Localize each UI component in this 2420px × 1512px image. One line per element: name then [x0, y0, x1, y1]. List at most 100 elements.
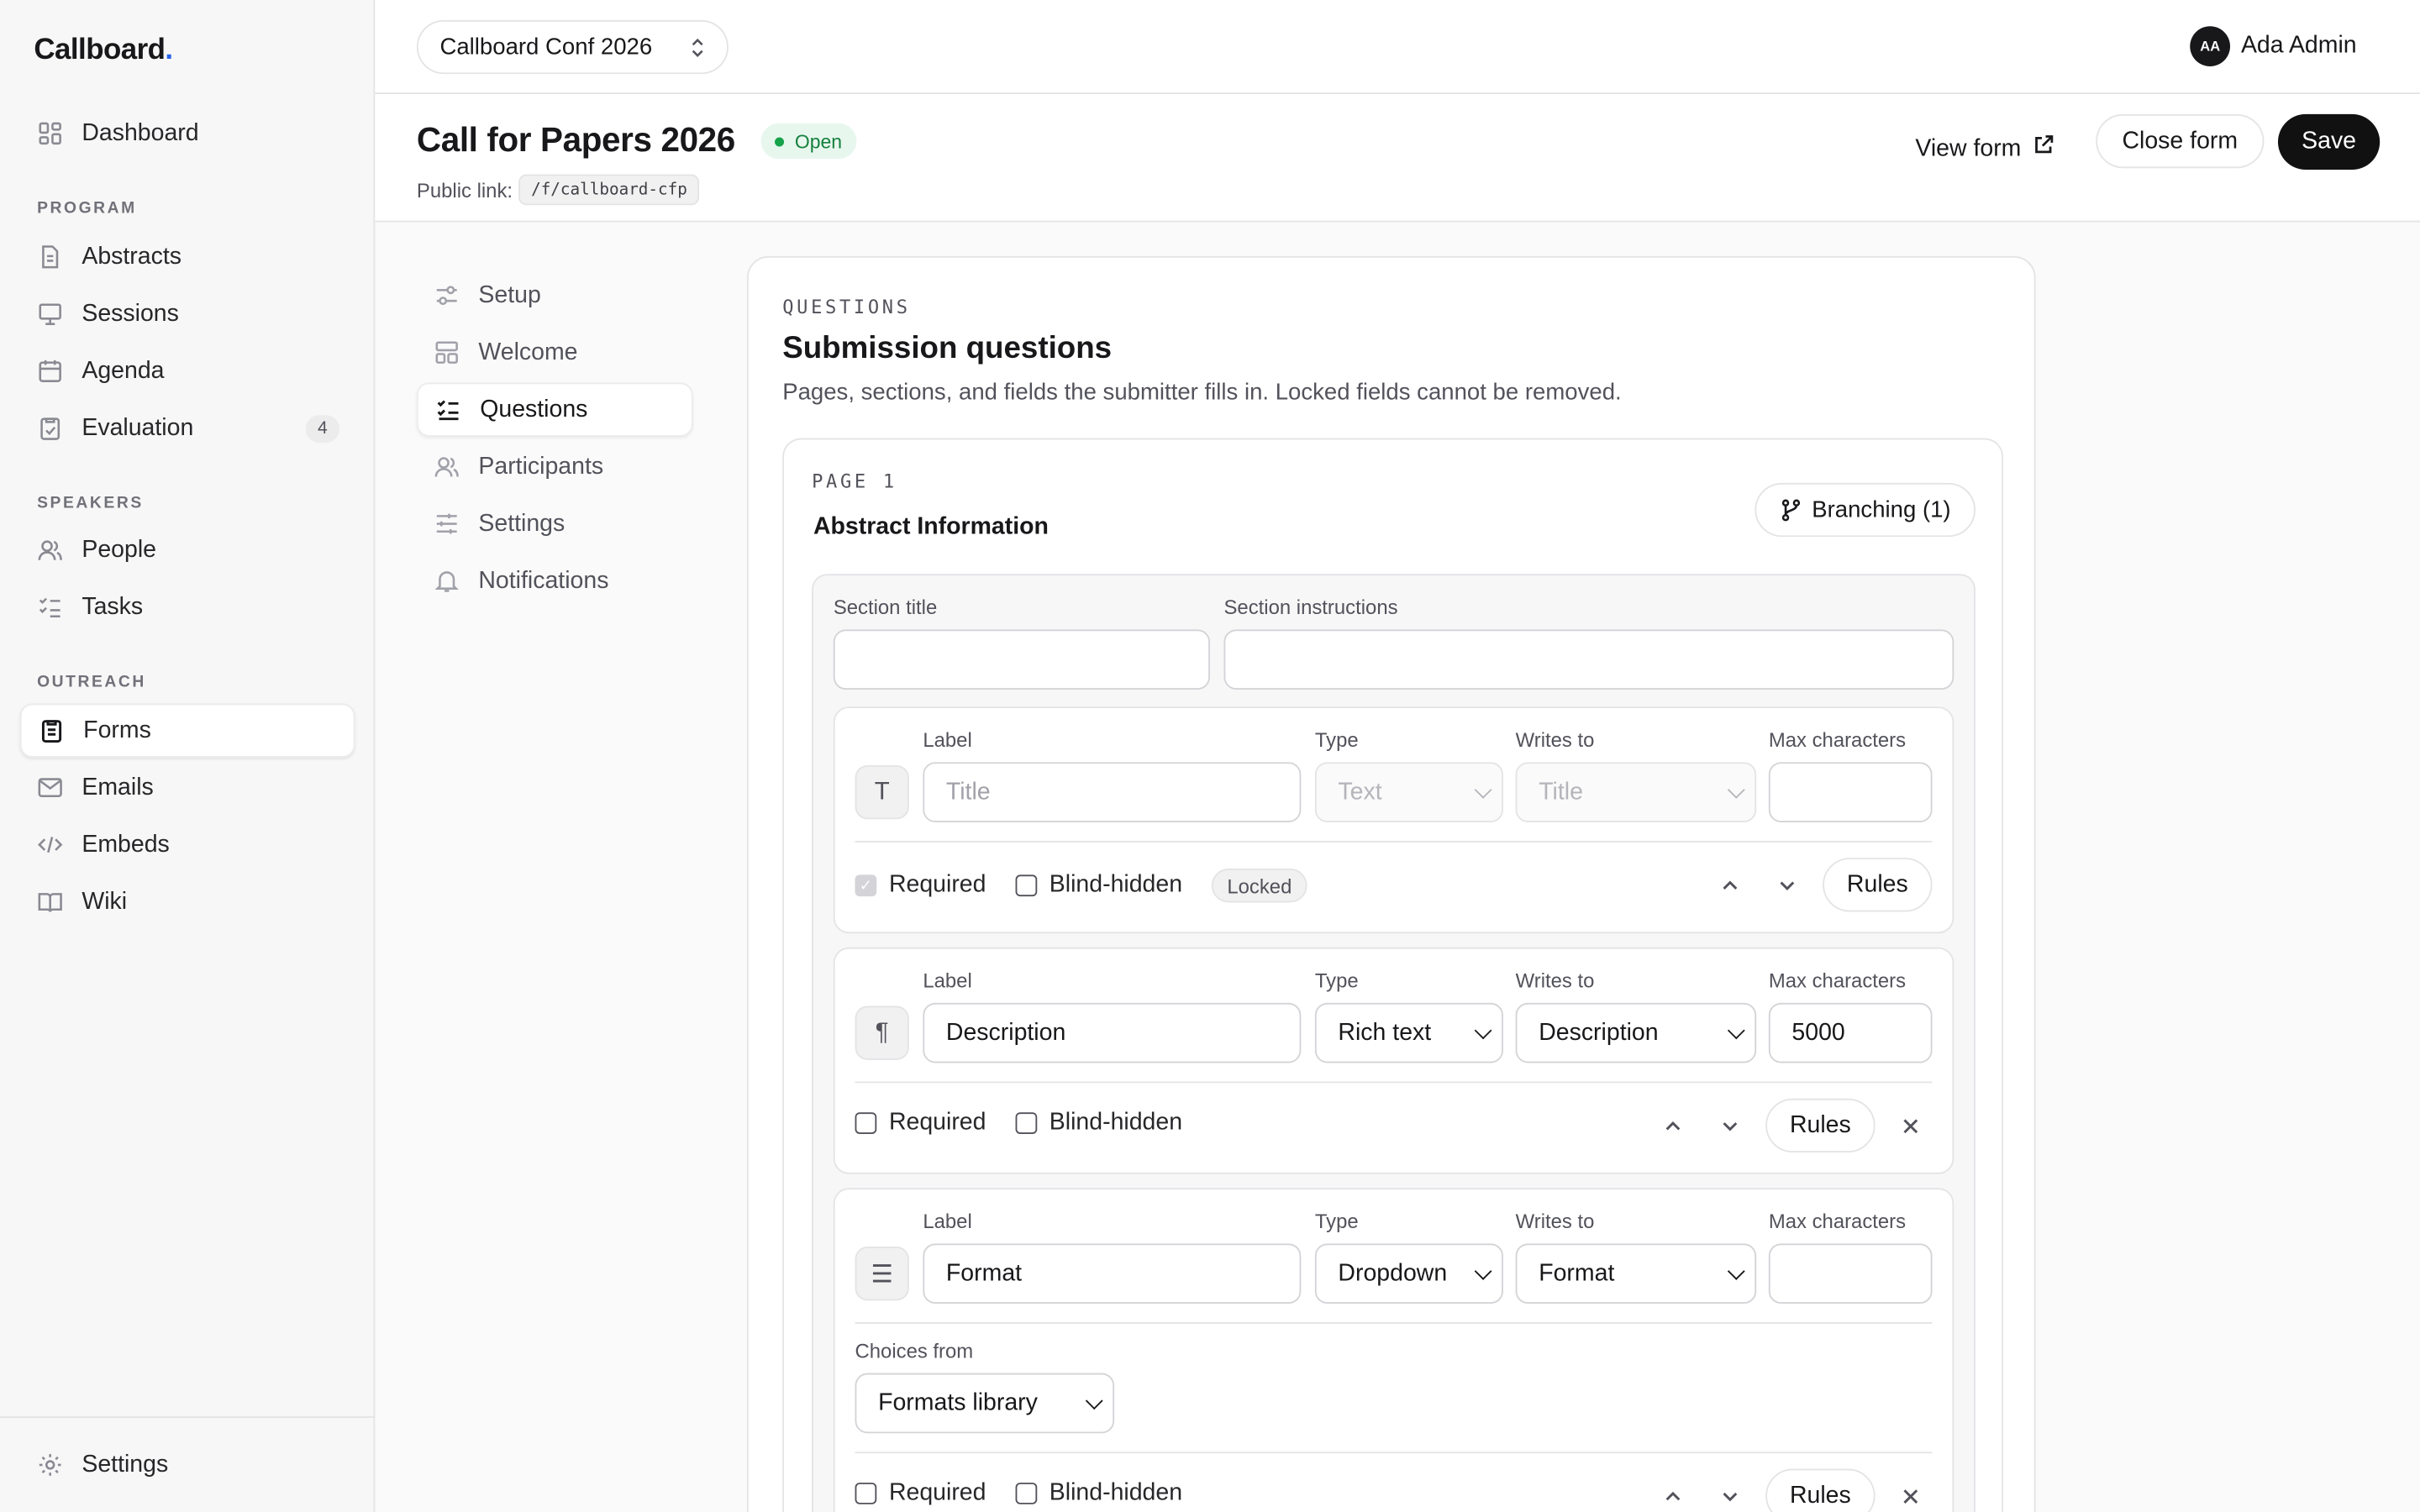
document-icon: [37, 244, 63, 270]
questions-card: QUESTIONS Submission questions Pages, se…: [746, 255, 2036, 1512]
nav-heading-outreach: OUTREACH: [37, 672, 146, 691]
brand-logo[interactable]: Callboard.: [34, 34, 173, 67]
move-up-button[interactable]: [1651, 1474, 1694, 1512]
page-eyebrow: PAGE 1: [812, 470, 897, 492]
tab-settings[interactable]: Settings: [417, 496, 693, 550]
chevron-down-icon: [1727, 1263, 1745, 1280]
nav-heading-speakers: SPEAKERS: [37, 493, 144, 512]
rules-button[interactable]: Rules: [1765, 1098, 1876, 1153]
move-up-button[interactable]: [1708, 864, 1751, 906]
page-header: Call for Papers 2026 Open Public link: /…: [375, 94, 2420, 223]
writes-to-select[interactable]: Title: [1515, 762, 1757, 822]
sidebar-item-emails[interactable]: Emails: [20, 760, 355, 814]
code-icon: [37, 832, 63, 858]
field-actions: Rules: [1695, 858, 1933, 912]
sidebar-item-dashboard[interactable]: Dashboard: [20, 107, 355, 160]
max-characters-input[interactable]: [1768, 1243, 1933, 1305]
sidebar-item-tasks[interactable]: Tasks: [20, 580, 355, 634]
list-check-icon: [435, 396, 461, 423]
field-options: Required Blind-hidden: [855, 1110, 1212, 1137]
sidebar-item-sessions[interactable]: Sessions: [20, 287, 355, 341]
branch-icon: [1780, 498, 1803, 522]
divider: [855, 1081, 1933, 1084]
book-icon: [37, 889, 63, 915]
tab-notifications[interactable]: Notifications: [417, 554, 693, 607]
blind-hidden-checkbox[interactable]: [1015, 874, 1038, 897]
form-page: PAGE 1 Abstract Information Branching (1…: [782, 438, 2004, 1512]
label-input[interactable]: Title: [923, 762, 1302, 822]
save-button[interactable]: Save: [2277, 113, 2381, 171]
move-down-button[interactable]: [1708, 1474, 1751, 1512]
label-field-label: Label: [923, 1209, 972, 1233]
card-title: Submission questions: [782, 331, 1113, 366]
required-checkbox[interactable]: ✓: [855, 874, 877, 897]
blind-hidden-checkbox[interactable]: [1015, 1112, 1038, 1134]
branching-button[interactable]: Branching (1): [1754, 482, 1975, 538]
clipboard-check-icon: [37, 415, 63, 441]
close-form-button[interactable]: Close form: [2096, 113, 2265, 169]
tab-participants[interactable]: Participants: [417, 439, 693, 493]
chevron-down-icon: [1085, 1392, 1103, 1410]
max-characters-input[interactable]: [1768, 762, 1933, 822]
move-down-button[interactable]: [1765, 864, 1808, 906]
gear-icon: [37, 1452, 63, 1478]
required-checkbox[interactable]: [855, 1112, 877, 1134]
sidebar-item-settings[interactable]: Settings: [20, 1438, 355, 1492]
section-title-label: Section title: [833, 595, 938, 619]
conference-switcher[interactable]: Callboard Conf 2026: [416, 19, 729, 75]
sidebar-item-evaluation[interactable]: Evaluation 4: [20, 402, 355, 455]
type-field-label: Type: [1314, 727, 1359, 752]
type-select[interactable]: Text: [1314, 762, 1503, 822]
tab-setup[interactable]: Setup: [417, 269, 693, 323]
choices-from-select[interactable]: Formats library: [855, 1373, 1115, 1434]
sidebar-item-people[interactable]: People: [20, 523, 355, 577]
move-down-button[interactable]: [1708, 1104, 1751, 1147]
required-label: Required: [888, 871, 986, 898]
required-checkbox[interactable]: [855, 1483, 877, 1504]
user-menu[interactable]: AA Ada Admin: [2190, 26, 2357, 66]
blind-hidden-checkbox[interactable]: [1015, 1483, 1038, 1504]
sidebar-item-agenda[interactable]: Agenda: [20, 344, 355, 398]
chevron-down-icon: [1474, 1021, 1492, 1040]
sidebar-item-abstracts[interactable]: Abstracts: [20, 230, 355, 284]
type-select[interactable]: Rich text: [1314, 1002, 1503, 1063]
form-icon: [39, 717, 65, 743]
sidebar-item-label: Evaluation: [82, 414, 194, 441]
close-icon: [1903, 1488, 1918, 1504]
blind-hidden-label: Blind-hidden: [1049, 871, 1183, 898]
sidebar-item-label: Dashboard: [82, 119, 199, 146]
chevron-down-icon: [1727, 1021, 1745, 1040]
view-form-button[interactable]: View form: [1915, 122, 2054, 176]
rules-button[interactable]: Rules: [1823, 858, 1933, 912]
sidebar-item-forms[interactable]: Forms: [19, 703, 355, 758]
remove-field-button[interactable]: [1889, 1474, 1932, 1512]
sidebar-footer: Settings: [0, 1416, 376, 1512]
external-link-icon: [2032, 134, 2054, 164]
field-actions: Rules: [1638, 1098, 1933, 1153]
type-select[interactable]: Dropdown: [1314, 1243, 1503, 1305]
max-characters-label: Max characters: [1768, 969, 1907, 992]
writes-to-select[interactable]: Description: [1515, 1002, 1757, 1063]
label-input[interactable]: Description: [923, 1002, 1302, 1063]
remove-field-button[interactable]: [1889, 1104, 1932, 1147]
move-up-button[interactable]: [1651, 1104, 1694, 1147]
rules-button[interactable]: Rules: [1765, 1468, 1876, 1512]
max-characters-label: Max characters: [1768, 1209, 1907, 1233]
blind-hidden-label: Blind-hidden: [1049, 1109, 1183, 1136]
label-input[interactable]: Format: [923, 1243, 1302, 1305]
tab-welcome[interactable]: Welcome: [417, 326, 693, 380]
sidebar-item-embeds[interactable]: Embeds: [20, 817, 355, 871]
writes-to-select[interactable]: Format: [1515, 1243, 1757, 1305]
section-instructions-input[interactable]: [1223, 629, 1954, 690]
section-title-input[interactable]: [833, 629, 1210, 690]
card-description: Pages, sections, and fields the submitte…: [782, 379, 1622, 407]
max-characters-input[interactable]: 5000: [1768, 1002, 1933, 1063]
layout-icon: [434, 339, 460, 365]
sidebar-item-wiki[interactable]: Wiki: [20, 874, 355, 928]
field-actions: Rules: [1638, 1468, 1933, 1512]
public-link-url[interactable]: /f/callboard-cfp: [518, 174, 700, 206]
tab-questions[interactable]: Questions: [416, 382, 693, 437]
avatar: AA: [2190, 26, 2231, 66]
presentation-icon: [37, 301, 63, 327]
divider: [855, 1322, 1933, 1324]
